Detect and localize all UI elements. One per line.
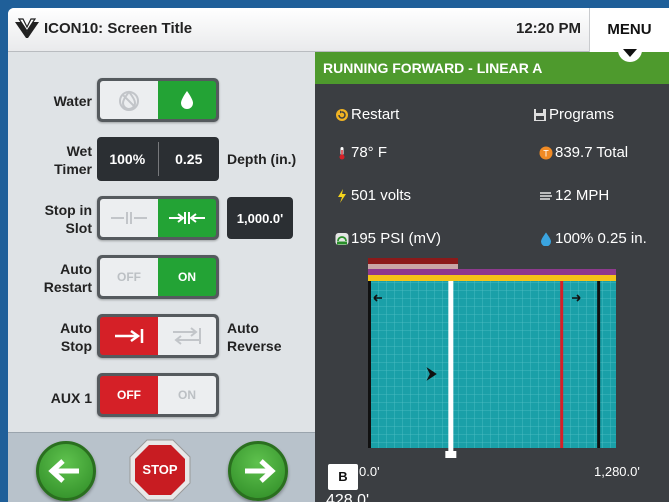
programs-info[interactable]: Programs xyxy=(533,106,614,123)
field-start-label: 0.0' xyxy=(359,464,380,479)
total-text: 839.7 Total xyxy=(555,144,629,161)
menu-button[interactable]: MENU xyxy=(589,8,669,52)
field-start-line xyxy=(368,281,371,448)
auto-stop-toggle[interactable] xyxy=(97,314,219,358)
water-off-icon xyxy=(119,90,139,111)
machine-position-line[interactable] xyxy=(448,281,454,456)
slot-off-icon xyxy=(111,212,147,224)
wind-icon xyxy=(540,191,552,200)
control-panel: Water Wet Timer 100% 0.25 Depth (in.) St… xyxy=(8,52,315,432)
volts-info: 501 volts xyxy=(335,187,411,204)
water-off-segment[interactable] xyxy=(100,81,158,119)
temperature-text: 78° F xyxy=(351,144,388,161)
total-icon: T xyxy=(539,146,553,159)
wet-timer-field[interactable]: 100% 0.25 xyxy=(97,137,219,181)
restart-info[interactable]: Restart xyxy=(335,106,399,123)
aux1-toggle[interactable]: OFF ON xyxy=(97,373,219,417)
wet-timer-label: Wet Timer xyxy=(54,143,92,177)
pressure-text: 195 PSI (mV) xyxy=(351,230,442,247)
auto-reverse-label: Auto Reverse xyxy=(227,320,282,354)
speed-text: 12 MPH xyxy=(555,187,610,204)
app-window: ICON10: Screen Title 12:20 PM MENU Water xyxy=(8,8,669,502)
temperature-info: 78° F xyxy=(335,144,387,161)
water-label: Water xyxy=(53,93,92,109)
stop-in-slot-label: Stop in Slot xyxy=(44,202,92,236)
water-depth-info: 100% 0.25 in. xyxy=(539,230,647,247)
water-toggle[interactable] xyxy=(97,78,219,122)
position-readout: 428.0' xyxy=(326,492,370,502)
stop-in-slot-toggle[interactable] xyxy=(97,196,219,240)
clock: 12:20 PM xyxy=(516,20,582,37)
depth-unit-label: Depth (in.) xyxy=(227,151,297,167)
pressure-gauge-icon xyxy=(335,232,349,245)
aux1-off-segment[interactable]: OFF xyxy=(100,376,158,414)
reverse-button[interactable] xyxy=(36,441,96,501)
slot-on-icon xyxy=(169,212,205,224)
water-depth-text: 100% 0.25 in. xyxy=(555,230,647,247)
wet-timer-divider xyxy=(157,142,159,176)
auto-restart-toggle[interactable]: OFF ON xyxy=(97,255,219,299)
field-graphic xyxy=(368,258,616,458)
stop-button[interactable]: STOP xyxy=(128,438,192,502)
end-stop-line xyxy=(597,281,601,448)
field-grid xyxy=(368,281,616,448)
stop-label: STOP xyxy=(142,462,178,477)
auto-restart-off-segment[interactable]: OFF xyxy=(100,258,158,296)
auto-reverse-segment[interactable] xyxy=(158,317,216,355)
auto-stop-icon xyxy=(115,329,144,343)
header-bar: ICON10: Screen Title 12:20 PM MENU xyxy=(8,8,669,52)
applied-band-pink xyxy=(368,264,458,269)
field-end-label: 1,280.0' xyxy=(594,464,640,479)
water-drop-blue-icon xyxy=(541,232,551,246)
thermometer-icon xyxy=(339,146,345,159)
applied-band-yellow xyxy=(368,275,616,281)
water-drop-icon xyxy=(181,91,193,109)
restart-icon xyxy=(336,108,348,121)
stop-in-slot-on-segment[interactable] xyxy=(158,199,216,237)
speed-info: 12 MPH xyxy=(539,187,609,204)
applied-band-red xyxy=(368,258,458,264)
save-icon xyxy=(534,108,546,121)
machine-position-handle[interactable] xyxy=(445,451,457,458)
auto-stop-segment[interactable] xyxy=(100,317,158,355)
aux1-label: AUX 1 xyxy=(50,390,92,406)
svg-text:T: T xyxy=(543,148,549,158)
forward-button[interactable] xyxy=(228,441,288,501)
total-info: T 839.7 Total xyxy=(539,144,628,161)
auto-stop-label: Auto Stop xyxy=(60,320,92,354)
auto-restart-on-segment[interactable]: ON xyxy=(158,258,216,296)
volts-text: 501 volts xyxy=(351,187,412,204)
aux1-on-segment[interactable]: ON xyxy=(158,376,216,414)
auto-reverse-icon xyxy=(173,327,201,345)
wet-timer-depth[interactable]: 0.25 xyxy=(159,151,220,167)
field-badge: B xyxy=(328,464,358,490)
run-status-bar: RUNNING FORWARD - LINEAR A xyxy=(315,52,669,84)
stop-in-slot-off-segment[interactable] xyxy=(100,199,158,237)
arrow-right-icon xyxy=(245,459,276,483)
pressure-info: 195 PSI (mV) xyxy=(335,230,441,247)
valley-logo-icon xyxy=(15,18,39,38)
restart-text: Restart xyxy=(351,106,400,123)
stop-slot-line xyxy=(560,281,564,448)
stop-slot-value[interactable]: 1,000.0' xyxy=(227,197,293,239)
auto-restart-label: Auto Restart xyxy=(43,261,92,295)
programs-text: Programs xyxy=(549,106,615,123)
arrow-left-icon xyxy=(48,459,79,483)
lightning-icon xyxy=(338,188,346,203)
page-title: ICON10: Screen Title xyxy=(44,20,193,37)
applied-band-purple xyxy=(368,269,616,275)
wet-timer-percent[interactable]: 100% xyxy=(97,151,158,167)
water-on-segment[interactable] xyxy=(158,81,216,119)
